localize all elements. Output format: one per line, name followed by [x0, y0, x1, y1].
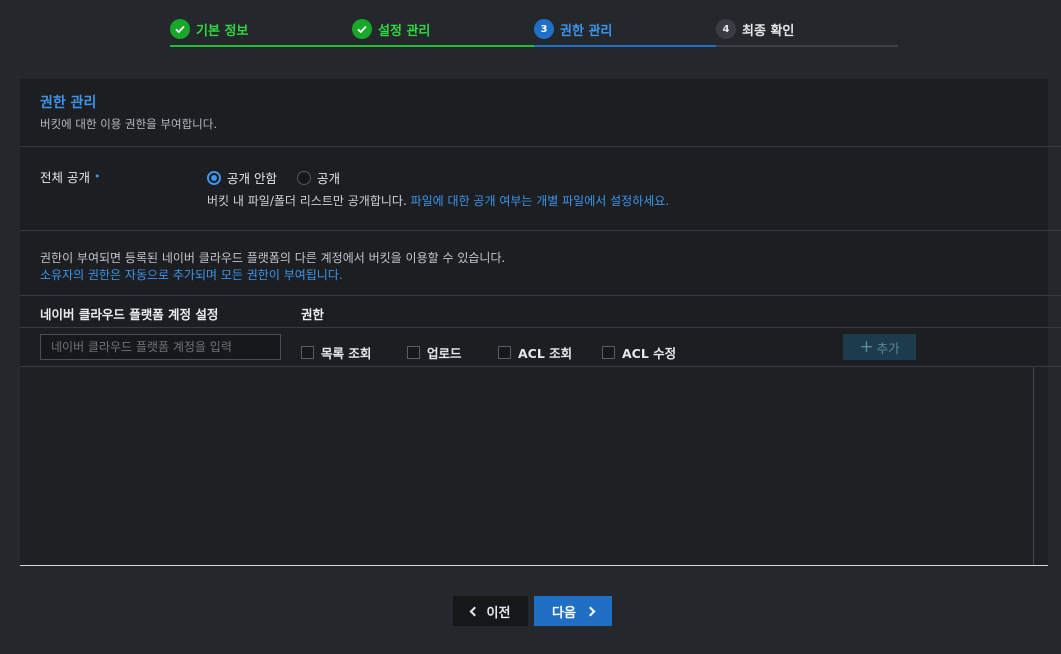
- radio-public[interactable]: [296, 170, 311, 185]
- divider: [20, 146, 1061, 147]
- radio-public-label[interactable]: 공개: [317, 168, 340, 187]
- required-mark: •: [93, 170, 101, 183]
- chevron-left-icon: [469, 606, 479, 616]
- step-final-check: 4 최종 확인: [716, 0, 898, 48]
- step-progress-bar: [534, 45, 716, 47]
- permission-list-read[interactable]: 목록 조회: [301, 343, 371, 362]
- checkbox[interactable]: [602, 346, 615, 359]
- note-text: 버킷 내 파일/폴더 리스트만 공개합니다.: [207, 194, 407, 208]
- add-button[interactable]: + 추가: [843, 334, 916, 360]
- step-label: 기본 정보: [196, 23, 249, 39]
- permission-acl-write[interactable]: ACL 수정: [602, 343, 676, 362]
- radio-private[interactable]: [207, 170, 221, 185]
- permission-column-header: 권한: [301, 307, 325, 322]
- divider: [20, 295, 1061, 296]
- permission-acl-read[interactable]: ACL 조회: [498, 343, 572, 362]
- step-permissions: 3 권한 관리: [534, 0, 716, 48]
- step-label: 설정 관리: [378, 23, 431, 39]
- chevron-right-icon: [585, 606, 596, 616]
- section-title: 권한 관리: [40, 95, 97, 111]
- next-button[interactable]: 다음: [534, 596, 612, 626]
- permission-upload[interactable]: 업로드: [407, 343, 462, 362]
- checkbox-label: ACL 수정: [622, 346, 677, 361]
- step-number: 3: [534, 19, 554, 39]
- next-button-label: 다음: [552, 604, 576, 620]
- step-label: 권한 관리: [560, 23, 613, 39]
- check-icon: [352, 19, 372, 39]
- account-column-header: 네이버 클라우드 플랫폼 계정 설정: [40, 307, 219, 322]
- prev-button[interactable]: 이전: [453, 596, 528, 626]
- checkbox[interactable]: [301, 346, 314, 359]
- checkbox-label: 목록 조회: [321, 346, 372, 361]
- step-progress-bar: [352, 45, 534, 47]
- plus-icon: +: [859, 336, 874, 357]
- step-number: 4: [716, 19, 736, 39]
- divider: [20, 327, 1061, 328]
- checkbox-label: ACL 조회: [518, 346, 573, 361]
- checkbox-label: 업로드: [427, 346, 462, 361]
- section-description: 버킷에 대한 이용 권한을 부여합니다.: [40, 117, 217, 131]
- permission-info: 권한이 부여되면 등록된 네이버 클라우드 플랫폼의 다른 계정에서 버킷을 이…: [40, 251, 506, 265]
- add-button-label: 추가: [876, 340, 900, 356]
- check-icon: [170, 19, 190, 39]
- public-access-radio-group: 공개 안함 공개: [207, 168, 360, 187]
- step-label: 최종 확인: [742, 23, 795, 39]
- divider: [20, 230, 1061, 231]
- prev-button-label: 이전: [486, 604, 511, 620]
- note-link-text: 파일에 대한 공개 여부는 개별 파일에서 설정하세요.: [410, 194, 670, 208]
- step-progress-bar: [716, 45, 898, 47]
- public-access-label: 전체 공개 •: [40, 167, 100, 186]
- scrollbar[interactable]: [1033, 367, 1048, 565]
- permission-panel: 권한 관리 버킷에 대한 이용 권한을 부여합니다. 전체 공개 • 공개 안함 …: [20, 79, 1061, 566]
- stepper: 기본 정보 설정 관리 3 권한 관리 4 최종 확인: [170, 0, 898, 48]
- step-settings: 설정 관리: [352, 0, 534, 48]
- account-input[interactable]: [40, 334, 281, 360]
- step-basic-info: 기본 정보: [170, 0, 352, 48]
- radio-private-label[interactable]: 공개 안함: [227, 168, 277, 187]
- checkbox[interactable]: [498, 346, 511, 359]
- public-access-note: 버킷 내 파일/폴더 리스트만 공개합니다. 파일에 대한 공개 여부는 개별 …: [207, 192, 669, 209]
- checkbox[interactable]: [407, 346, 420, 359]
- permission-list: [20, 367, 1048, 565]
- public-access-label-text: 전체 공개: [40, 170, 90, 185]
- owner-permission-info: 소유자의 권한은 자동으로 추가되며 모든 권한이 부여됩니다.: [40, 268, 343, 282]
- step-progress-bar: [170, 45, 352, 47]
